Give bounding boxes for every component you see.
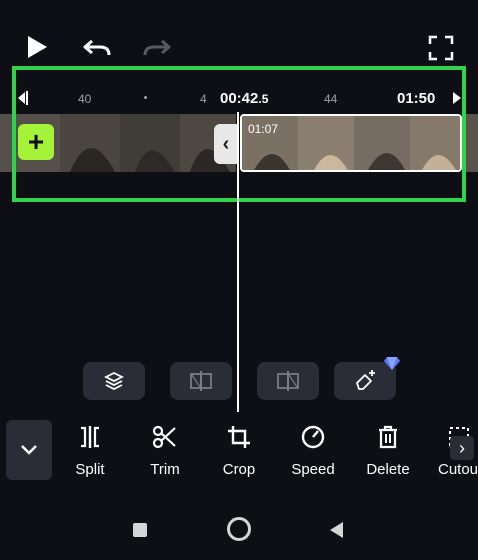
ruler-end-marker [453, 92, 461, 104]
clip-next[interactable] [464, 114, 478, 172]
fullscreen-icon [428, 35, 454, 61]
delete-label: Delete [366, 461, 410, 478]
magic-eraser-icon [356, 370, 375, 390]
split-left-button[interactable] [170, 362, 232, 400]
circle-icon [227, 517, 251, 541]
tick-label: 40 [78, 92, 92, 106]
recents-button[interactable] [130, 520, 150, 540]
trim-tool[interactable]: Trim [130, 424, 200, 478]
chevron-left-icon: ‹ [222, 133, 230, 155]
split-tool[interactable]: Split [55, 424, 125, 478]
crop-icon [228, 426, 250, 448]
toolbar-scroll-right-button[interactable]: › [450, 436, 474, 460]
ruler-start-bar [26, 91, 28, 105]
speed-label: Speed [291, 461, 335, 478]
layers-icon [104, 371, 124, 391]
playhead[interactable] [237, 112, 239, 412]
add-clip-button[interactable]: + [18, 124, 54, 160]
edit-toolbar: Split Trim Crop Speed Delete Cutou › [0, 412, 478, 490]
triangle-icon [329, 522, 343, 538]
back-button[interactable] [326, 520, 346, 540]
current-time-fraction: .5 [258, 92, 269, 106]
plus-icon: + [27, 126, 45, 157]
chevron-right-icon: › [459, 438, 465, 458]
ruler-start-marker [18, 92, 25, 104]
crop-tool[interactable]: Crop [204, 424, 274, 478]
split-left-icon [190, 371, 212, 391]
crop-label: Crop [222, 461, 256, 478]
timeline-ruler: 40 4 00:42.5 44 01:50 [16, 86, 468, 110]
collapse-toolbar-button[interactable] [6, 420, 52, 480]
split-right-icon [277, 371, 299, 391]
layers-button[interactable] [83, 362, 145, 400]
trim-label: Trim [150, 461, 180, 478]
undo-icon [83, 39, 111, 56]
clip-trim-handle-left[interactable]: ‹ [214, 124, 238, 164]
trash-icon [379, 425, 397, 449]
clip-duration: 01:07 [248, 122, 279, 136]
tick-dot [144, 96, 147, 99]
undo-button[interactable] [80, 34, 114, 62]
redo-button[interactable] [140, 34, 174, 62]
redo-icon [143, 39, 171, 56]
system-navbar [0, 500, 478, 560]
speed-tool[interactable]: Speed [278, 424, 348, 478]
clip-selected[interactable]: 01:07 [240, 114, 462, 172]
scissors-icon [152, 425, 176, 449]
current-time: 00:42.5 [220, 90, 269, 107]
total-time: 01:50 [397, 90, 436, 107]
magic-eraser-button[interactable] [334, 357, 400, 400]
split-right-button[interactable] [257, 362, 319, 400]
split-label: Split [75, 461, 105, 478]
tick-label: 4 [200, 92, 207, 106]
play-button[interactable] [22, 32, 52, 62]
tick-label: 44 [324, 92, 338, 106]
cutout-label: Cutou [438, 461, 478, 478]
square-icon [133, 523, 147, 537]
home-button[interactable] [226, 516, 252, 542]
speed-icon [301, 425, 325, 449]
delete-tool[interactable]: Delete [353, 424, 423, 478]
fullscreen-button[interactable] [426, 33, 456, 63]
split-icon [81, 426, 99, 448]
diamond-icon [384, 357, 400, 370]
play-icon [28, 36, 47, 58]
chevron-down-icon [21, 445, 37, 455]
